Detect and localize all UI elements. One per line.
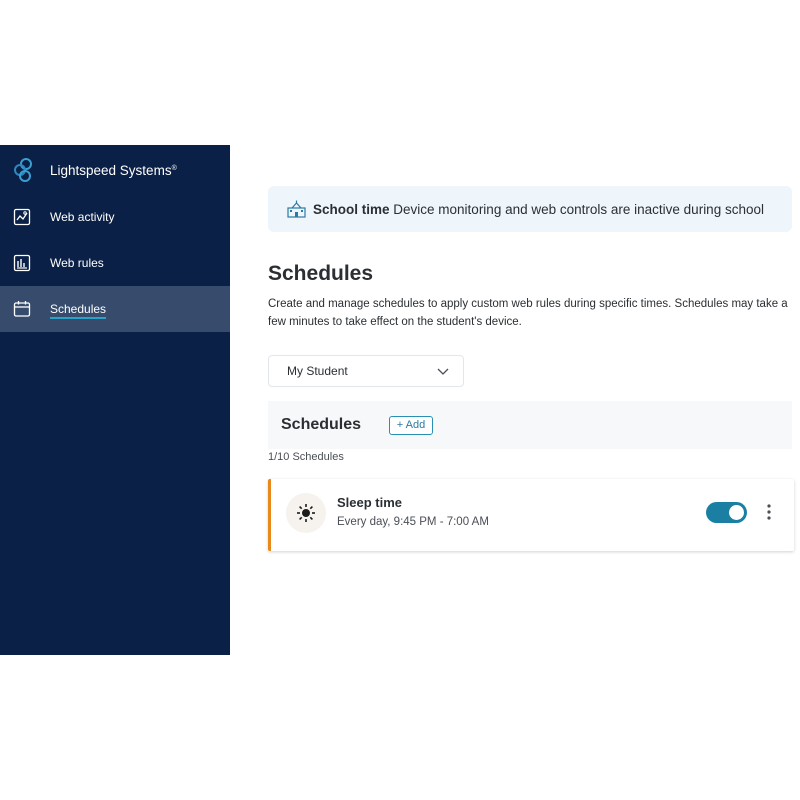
chevron-down-icon: [437, 368, 449, 375]
calendar-icon: [13, 301, 31, 317]
sidebar-item-label: Web activity: [50, 210, 115, 224]
sidebar-item-schedules[interactable]: Schedules: [0, 286, 230, 332]
schedule-title: Sleep time: [337, 495, 403, 510]
student-select[interactable]: My Student: [268, 355, 464, 387]
sun-icon: [297, 504, 315, 522]
schedule-card[interactable]: Sleep time Every day, 9:45 PM - 7:00 AM: [268, 479, 794, 551]
schedules-count: 1/10 Schedules: [268, 451, 344, 463]
more-options-icon[interactable]: [761, 502, 777, 522]
sidebar: Lightspeed Systems® Web activity Web rul…: [0, 145, 230, 655]
add-schedule-button[interactable]: + Add: [389, 416, 433, 435]
student-select-value: My Student: [287, 364, 348, 378]
school-time-banner: School time Device monitoring and web co…: [268, 186, 792, 232]
web-rules-icon: [13, 254, 31, 272]
brand-name: Lightspeed Systems®: [50, 162, 177, 178]
toggle-knob: [729, 505, 744, 520]
schedule-icon-badge: [286, 493, 326, 533]
web-activity-icon: [13, 208, 31, 226]
schedules-panel-header: Schedules + Add: [268, 401, 792, 449]
banner-text: School time Device monitoring and web co…: [313, 201, 764, 217]
page-description: Create and manage schedules to apply cus…: [268, 298, 788, 328]
schedule-enabled-toggle[interactable]: [706, 502, 747, 523]
sidebar-item-label: Schedules: [50, 302, 107, 319]
page-title: Schedules: [268, 262, 374, 285]
schedules-panel-title: Schedules: [281, 416, 362, 433]
sidebar-item-web-activity[interactable]: Web activity: [0, 194, 230, 240]
brand[interactable]: Lightspeed Systems®: [11, 157, 177, 183]
school-icon: [287, 200, 306, 218]
lightspeed-logo-icon: [14, 158, 32, 182]
sidebar-item-web-rules[interactable]: Web rules: [0, 240, 230, 286]
schedule-time: Every day, 9:45 PM - 7:00 AM: [337, 516, 489, 528]
sidebar-item-label: Web rules: [50, 256, 104, 270]
